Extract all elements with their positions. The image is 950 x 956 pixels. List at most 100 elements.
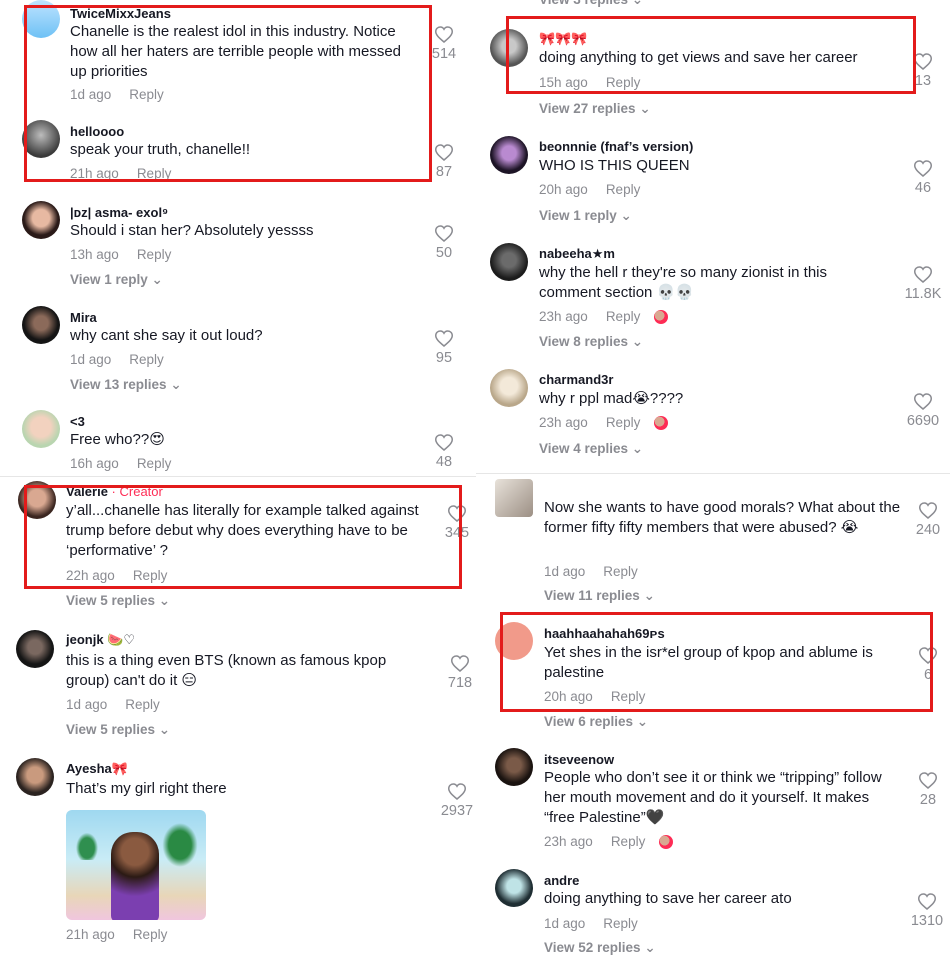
- like-button[interactable]: 718: [438, 655, 482, 691]
- screenshot-divider: [0, 476, 476, 477]
- like-button[interactable]: 87: [422, 144, 466, 180]
- reply-button[interactable]: Reply: [611, 834, 646, 849]
- like-button[interactable]: 1310: [904, 893, 950, 929]
- comment-time: 23h ago: [539, 415, 588, 430]
- avatar[interactable]: [490, 369, 528, 407]
- view-replies-button[interactable]: View 5 replies ⌄: [66, 722, 170, 738]
- view-replies-button[interactable]: View 3 replies ⌄: [539, 0, 643, 8]
- avatar[interactable]: [495, 622, 533, 660]
- view-replies-button[interactable]: View 1 reply ⌄: [70, 272, 163, 288]
- reply-button[interactable]: Reply: [137, 247, 172, 262]
- like-button[interactable]: 6: [906, 647, 950, 683]
- reply-button[interactable]: Reply: [129, 352, 164, 367]
- reply-button[interactable]: Reply: [125, 697, 160, 712]
- like-button[interactable]: 6690: [899, 393, 947, 429]
- comment-meta: 22h ago Reply: [66, 568, 167, 583]
- avatar[interactable]: [22, 120, 60, 158]
- avatar[interactable]: [22, 0, 60, 38]
- comment-username[interactable]: Ayesha🎀: [66, 761, 128, 777]
- palm-tree-right: [160, 820, 200, 870]
- like-button[interactable]: 514: [422, 26, 466, 62]
- like-count: 48: [435, 454, 453, 470]
- like-button[interactable]: 11.8K: [898, 266, 948, 302]
- comment-username[interactable]: andre: [544, 873, 579, 888]
- comment-time: 1d ago: [544, 564, 586, 579]
- comment-text: why the hell r they're so many zionist i…: [539, 264, 827, 301]
- avatar[interactable]: [490, 243, 528, 281]
- comment-username[interactable]: TwiceMixxJeans: [70, 6, 171, 21]
- username-text[interactable]: Valerie: [66, 484, 108, 499]
- reply-button[interactable]: Reply: [133, 568, 168, 583]
- like-button[interactable]: 13: [901, 53, 945, 89]
- reply-button[interactable]: Reply: [606, 309, 641, 324]
- avatar[interactable]: [22, 410, 60, 448]
- avatar[interactable]: [16, 630, 54, 668]
- reply-button[interactable]: Reply: [606, 182, 641, 197]
- like-count: 6690: [906, 413, 940, 429]
- avatar[interactable]: [22, 201, 60, 239]
- like-button[interactable]: 345: [438, 505, 476, 541]
- view-replies-button[interactable]: View 52 replies ⌄: [544, 940, 656, 956]
- view-replies-button[interactable]: View 13 replies ⌄: [70, 377, 182, 393]
- avatar[interactable]: [18, 481, 56, 519]
- comment-username[interactable]: charmand3r: [539, 372, 613, 387]
- reply-button[interactable]: Reply: [611, 689, 646, 704]
- comment-text: doing anything to save her career ato: [544, 890, 792, 907]
- view-replies-button[interactable]: View 1 reply ⌄: [539, 208, 632, 224]
- like-button[interactable]: 46: [901, 160, 945, 196]
- view-replies-button[interactable]: View 6 replies ⌄: [544, 714, 648, 730]
- like-button[interactable]: 28: [906, 772, 950, 808]
- view-replies-button[interactable]: View 8 replies ⌄: [539, 334, 643, 350]
- comment-time: 22h ago: [66, 568, 115, 583]
- reply-button[interactable]: Reply: [137, 166, 172, 181]
- comment-text: why r ppl mad😭????: [539, 390, 684, 407]
- reply-button[interactable]: Reply: [133, 927, 168, 942]
- comment-username[interactable]: jeonjk 🍉♡: [66, 632, 135, 648]
- attached-image[interactable]: [66, 810, 206, 920]
- reply-button[interactable]: Reply: [603, 564, 638, 579]
- view-replies-button[interactable]: View 11 replies ⌄: [544, 588, 655, 604]
- comment-username[interactable]: beonnnie (fnaf’s version): [539, 139, 693, 154]
- comment-username[interactable]: 🎀🎀🎀: [539, 32, 588, 47]
- avatar[interactable]: [16, 758, 54, 796]
- comment-username[interactable]: |ᴅᴢ| asma- exol⁹: [70, 205, 168, 220]
- comment-username[interactable]: Mira: [70, 310, 97, 325]
- like-count: 2937: [440, 803, 474, 819]
- view-replies-button[interactable]: View 4 replies ⌄: [539, 441, 643, 457]
- comment-meta: 16h ago Reply: [70, 456, 171, 471]
- heart-icon: [914, 393, 932, 410]
- comment-username[interactable]: haahhaahahah69ᴘs: [544, 626, 665, 641]
- like-count: 13: [914, 73, 932, 89]
- avatar[interactable]: [490, 29, 528, 67]
- comment-text: WHO IS THIS QUEEN: [539, 157, 690, 174]
- like-button[interactable]: 50: [422, 225, 466, 261]
- reply-button[interactable]: Reply: [606, 75, 641, 90]
- like-button[interactable]: 48: [422, 434, 466, 470]
- view-replies-button[interactable]: View 5 replies ⌄: [66, 593, 170, 609]
- comment-username[interactable]: Valerie · Creator: [66, 484, 163, 499]
- like-button[interactable]: 2937: [438, 783, 476, 819]
- heart-icon: [435, 144, 453, 161]
- comment-username[interactable]: nabeeha★m: [539, 246, 615, 262]
- comment-username[interactable]: helloooo: [70, 124, 124, 139]
- avatar[interactable]: [495, 748, 533, 786]
- view-replies-button[interactable]: View 27 replies ⌄: [539, 101, 651, 117]
- avatar[interactable]: [490, 136, 528, 174]
- reply-button[interactable]: Reply: [129, 87, 164, 102]
- creator-liked-icon: [654, 310, 669, 325]
- reply-button[interactable]: Reply: [137, 456, 172, 471]
- like-button[interactable]: 240: [906, 502, 950, 538]
- like-count: 1310: [910, 913, 944, 929]
- heart-icon: [919, 502, 937, 519]
- reply-button[interactable]: Reply: [603, 916, 638, 931]
- avatar[interactable]: [22, 306, 60, 344]
- avatar[interactable]: [495, 479, 533, 517]
- like-button[interactable]: 95: [422, 330, 466, 366]
- heart-icon: [435, 434, 453, 451]
- comment-text: speak your truth, chanelle!!: [70, 141, 251, 158]
- avatar[interactable]: [495, 869, 533, 907]
- reply-button[interactable]: Reply: [606, 415, 641, 430]
- heart-icon: [914, 266, 932, 283]
- comment-username[interactable]: itseveenow: [544, 752, 614, 767]
- comment-username[interactable]: <3: [70, 414, 85, 429]
